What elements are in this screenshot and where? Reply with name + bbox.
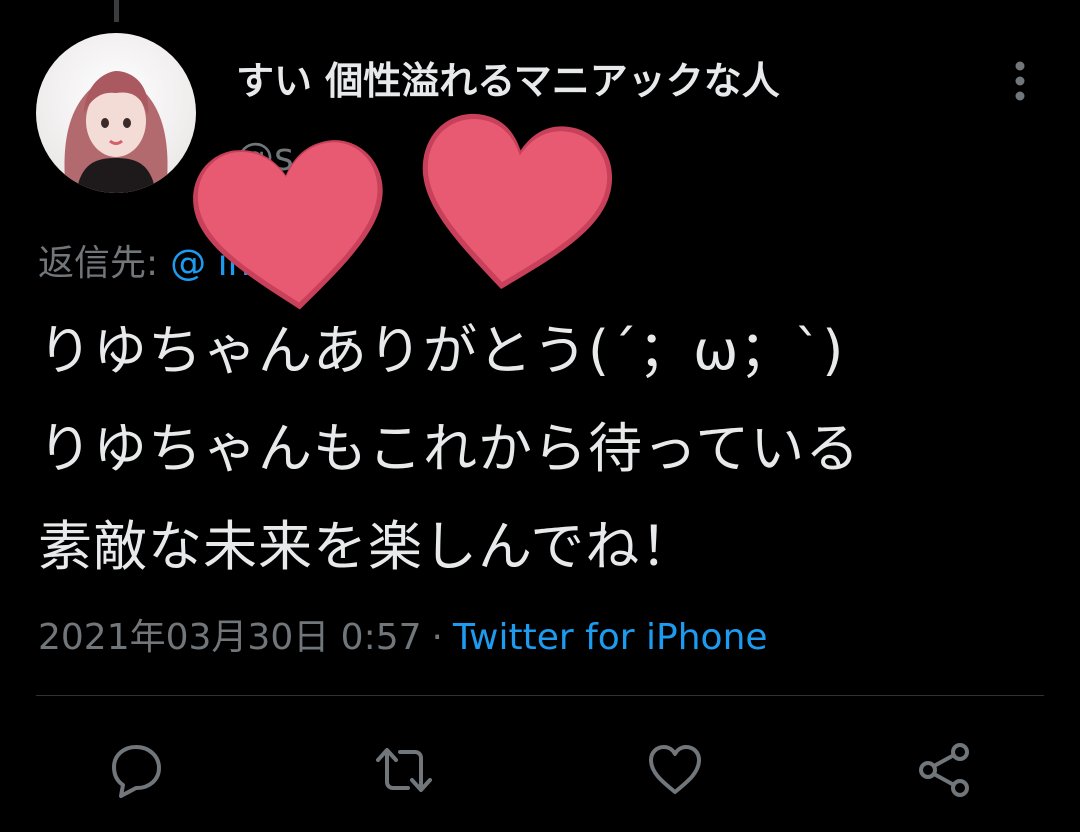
heart-sticker-left [193,140,383,310]
heart-icon [649,745,701,794]
divider [36,695,1044,696]
source-link[interactable]: Twitter for iPhone [453,617,768,658]
meta-separator: · [431,617,443,658]
heart-stickers [193,113,613,310]
tweet-meta: 2021年03月30日 0:57 · Twitter for iPhone [38,608,768,660]
timestamp[interactable]: 2021年03月30日 0:57 [38,617,422,658]
like-button[interactable] [645,740,705,800]
tweet-text: りゆちゃんありがとう(´；ω；`) りゆちゃんもこれから待っている 素敵な未来を… [38,302,1048,596]
retweet-icon [376,748,432,792]
retweet-button[interactable] [374,740,434,800]
share-icon [919,743,969,797]
reply-label: 返信先: [38,243,159,284]
thread-line [114,0,119,22]
reply-icon [112,745,161,798]
tweet-text-line: 素敵な未来を楽しんでね！ [38,515,696,578]
tweet-text-line: りゆちゃんありがとう(´；ω；`) [38,319,845,382]
reply-button[interactable] [106,740,166,800]
tweet-text-line: りゆちゃんもこれから待っている [38,417,861,480]
share-button[interactable] [914,740,974,800]
avatar[interactable] [36,33,196,193]
heart-sticker-right [422,113,613,290]
more-vertical-icon [1015,61,1025,101]
more-button[interactable] [1000,58,1040,104]
